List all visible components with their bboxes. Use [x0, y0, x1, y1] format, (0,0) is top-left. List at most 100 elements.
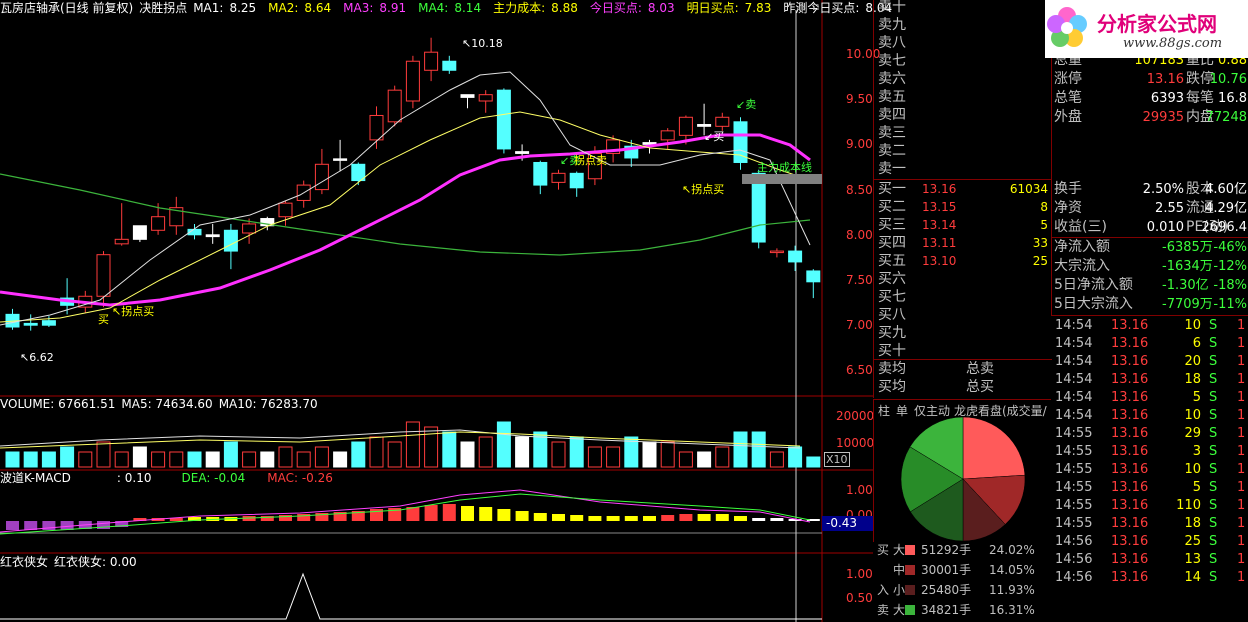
tick-row: 14:54 13.16 20 S 1	[1051, 353, 1248, 371]
capital-flow-row: 5日净流入额 -1.30亿 -18%	[1052, 276, 1248, 295]
candle-body	[333, 158, 348, 161]
volume-bar	[751, 431, 766, 468]
flow-percent: 24.02%	[989, 543, 1035, 557]
flow-table-row: 中 30001手 14.05%	[873, 560, 1051, 580]
tick-volume: 14	[1184, 570, 1201, 585]
stat-value: 2.50%	[1142, 182, 1184, 197]
volume-bar	[41, 451, 56, 468]
buy-level-volume: 25	[1032, 254, 1048, 268]
price-axis-label: 7.00	[846, 318, 873, 333]
volume-bar	[660, 441, 675, 468]
stat-value: 13.16	[1146, 72, 1184, 87]
main-cost-value: 8.88	[551, 1, 578, 15]
candle-body	[769, 250, 784, 254]
tick-price: 13.16	[1111, 552, 1149, 567]
tick-side: S	[1209, 408, 1218, 423]
tick-price: 13.16	[1111, 480, 1149, 495]
sell-level-label: 卖四	[878, 107, 906, 123]
tick-price: 13.16	[1111, 570, 1149, 585]
tick-row: 14:55 13.16 10 S 1	[1051, 461, 1248, 479]
menu-arrow-icon[interactable]: ▫	[812, 0, 819, 13]
tick-row: 14:55 13.16 3 S 1	[1051, 443, 1248, 461]
tick-row: 14:55 13.16 5 S 1	[1051, 479, 1248, 497]
volume-bar	[405, 421, 420, 468]
volume-bar	[132, 446, 147, 468]
stat-row: 净资 2.55 流通 4.29亿	[1052, 199, 1248, 218]
bottom-axis-05: 0.50	[846, 591, 873, 605]
buy-level-volume: 61034	[1009, 182, 1048, 196]
stat-label: 收益(三)	[1054, 219, 1107, 235]
stat-value: 77248	[1205, 110, 1247, 125]
volume-bar	[223, 441, 238, 468]
stat-value: 29935	[1142, 110, 1184, 125]
sell-level-row: 卖五	[874, 88, 1052, 106]
ma1-line	[0, 71, 811, 326]
tick-count: 1	[1237, 354, 1246, 369]
turn-buy-label-2: ↖拐点买	[682, 183, 725, 196]
volume-bar	[715, 446, 730, 468]
candle-body	[314, 163, 329, 191]
flow-pie-chart	[873, 417, 1026, 542]
sell-level-label: 卖二	[878, 143, 906, 159]
tick-time: 14:54	[1055, 372, 1093, 387]
macd-bar	[497, 509, 511, 521]
macd-bar	[552, 514, 565, 521]
tick-volume: 13	[1184, 552, 1201, 567]
stat-row: 换手 2.50% 股本 4.60亿	[1052, 180, 1248, 199]
sell-level-label: 卖五	[878, 89, 906, 105]
flow-value: -1.30亿	[1162, 278, 1209, 293]
tick-side: S	[1209, 390, 1218, 405]
tick-row: 14:56 13.16 25 S 1	[1051, 533, 1248, 551]
candle-body	[660, 130, 675, 141]
order-book: 卖十 卖九 卖八 卖七 卖六 卖五 卖四 卖三 卖二 卖一 买一 13.16 61034 买二 13.15…	[873, 0, 1052, 398]
macd-bar	[734, 516, 747, 521]
tick-time: 14:55	[1055, 444, 1093, 459]
flow-volume: 51292手	[921, 543, 972, 557]
flow-swatch	[905, 605, 915, 615]
tick-row: 14:54 13.16 10 S 1	[1051, 317, 1248, 335]
sell-level-row: 卖六	[874, 70, 1052, 88]
sell-level-row: 卖七	[874, 52, 1052, 70]
low-label: ↖6.62	[20, 351, 54, 364]
macd-bar	[624, 516, 638, 521]
vol-unit-badge[interactable]: X10	[824, 452, 850, 467]
buy-level-price: 13.16	[922, 182, 957, 196]
tick-time: 14:56	[1055, 570, 1093, 585]
buy-level-label: 买一	[878, 181, 906, 197]
candle-body	[387, 89, 402, 123]
macd-bar	[6, 521, 19, 530]
stat-value: 2.55	[1155, 201, 1184, 216]
buy-level-price: 13.14	[922, 218, 957, 232]
macd-bar	[661, 515, 675, 521]
flow-size: 中	[893, 563, 906, 577]
sell-level-label: 卖一	[878, 161, 906, 177]
volume-bar	[587, 446, 602, 468]
diamond-icon[interactable]: ◇	[797, 1, 805, 14]
tick-count: 1	[1237, 570, 1246, 585]
volume-bar	[515, 436, 530, 468]
volume-bar	[314, 446, 329, 468]
volume-bar	[60, 446, 75, 468]
volume-bar	[23, 451, 38, 468]
buy-level-label: 买五	[878, 253, 906, 269]
bottom-axis-1: 1.00	[846, 567, 873, 581]
buy-level-row: 买八	[874, 306, 1052, 324]
macd-header: 波道K-MACD: 0.10 DEA: -0.04 MAC: -0.26	[0, 471, 333, 485]
tick-volume: 5	[1192, 390, 1201, 405]
candle-body	[478, 94, 493, 102]
tick-price: 13.16	[1111, 390, 1149, 405]
buy-level-label: 买三	[878, 217, 906, 233]
volume-bar	[496, 421, 511, 468]
candle-body	[96, 254, 111, 297]
tick-row: 14:54 13.16 5 S 1	[1051, 389, 1248, 407]
buy-level-row: 买四 13.11 33	[874, 234, 1052, 252]
buy-level-row: 买二 13.15 8	[874, 198, 1052, 216]
tick-time: 14:54	[1055, 318, 1093, 333]
tick-count: 1	[1237, 336, 1246, 351]
tick-side: S	[1209, 570, 1218, 585]
high-label: ↖10.18	[462, 37, 503, 50]
tick-volume: 25	[1184, 534, 1201, 549]
sell-level-label: 卖九	[878, 17, 906, 33]
candle-body	[806, 270, 821, 283]
tick-volume: 18	[1184, 516, 1201, 531]
